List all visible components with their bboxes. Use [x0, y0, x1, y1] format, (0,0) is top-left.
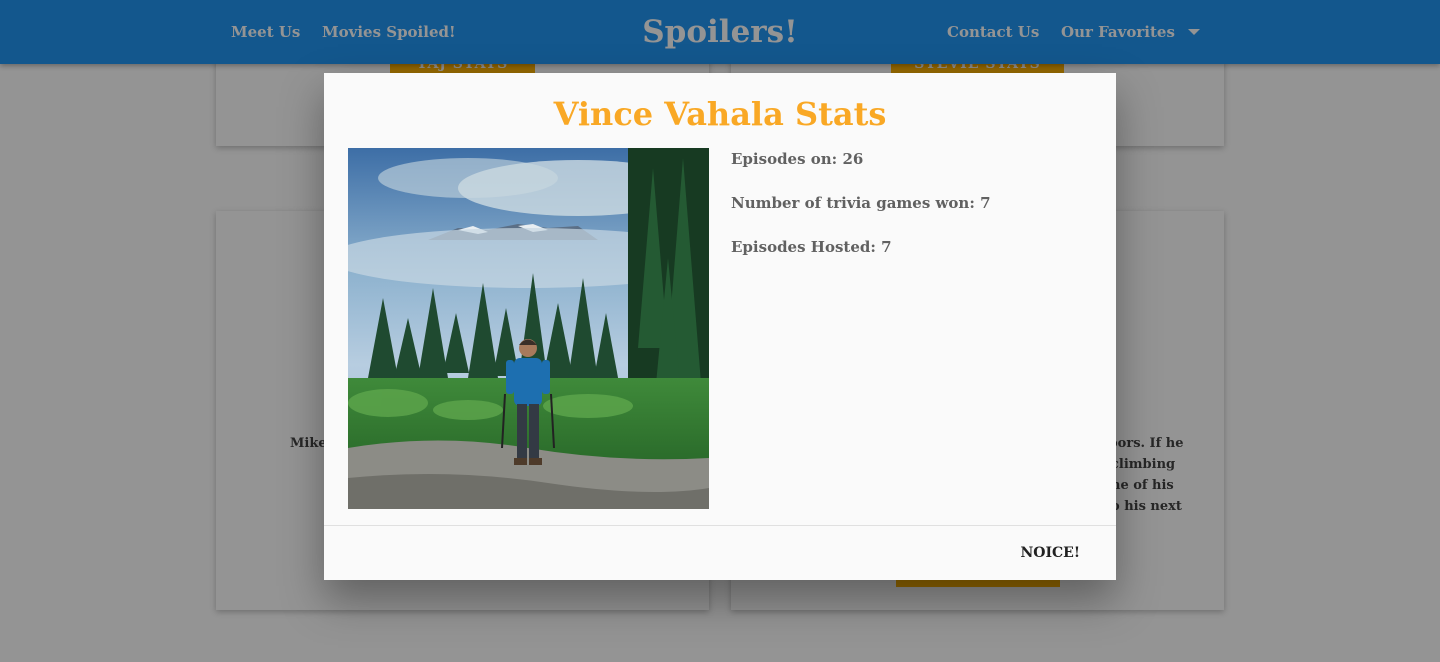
stats-list: Episodes on: 26 Number of trivia games w…	[731, 149, 991, 281]
stats-modal: Vince Vahala Stats Episodes on: 26 Numbe…	[324, 73, 1116, 580]
stat-episodes-hosted: Episodes Hosted: 7	[731, 238, 892, 256]
modal-footer: NOICE!	[324, 525, 1116, 580]
noice-close-button[interactable]: NOICE!	[1021, 545, 1081, 561]
stat-episodes-on: Episodes on: 26	[731, 150, 864, 168]
modal-title: Vince Vahala Stats	[553, 95, 887, 133]
vince-photo	[348, 148, 709, 509]
stat-trivia-games-won: Number of trivia games won: 7	[731, 194, 991, 212]
